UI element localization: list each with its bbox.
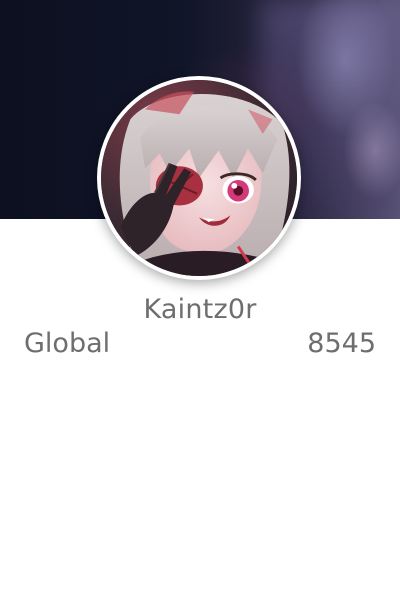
anime-girl-avatar-icon	[101, 80, 297, 276]
ranking-label: Global	[24, 328, 111, 359]
profile-avatar[interactable]	[97, 76, 301, 280]
username: Kaintz0r	[143, 294, 257, 325]
ranking-value: 8545	[307, 328, 376, 359]
